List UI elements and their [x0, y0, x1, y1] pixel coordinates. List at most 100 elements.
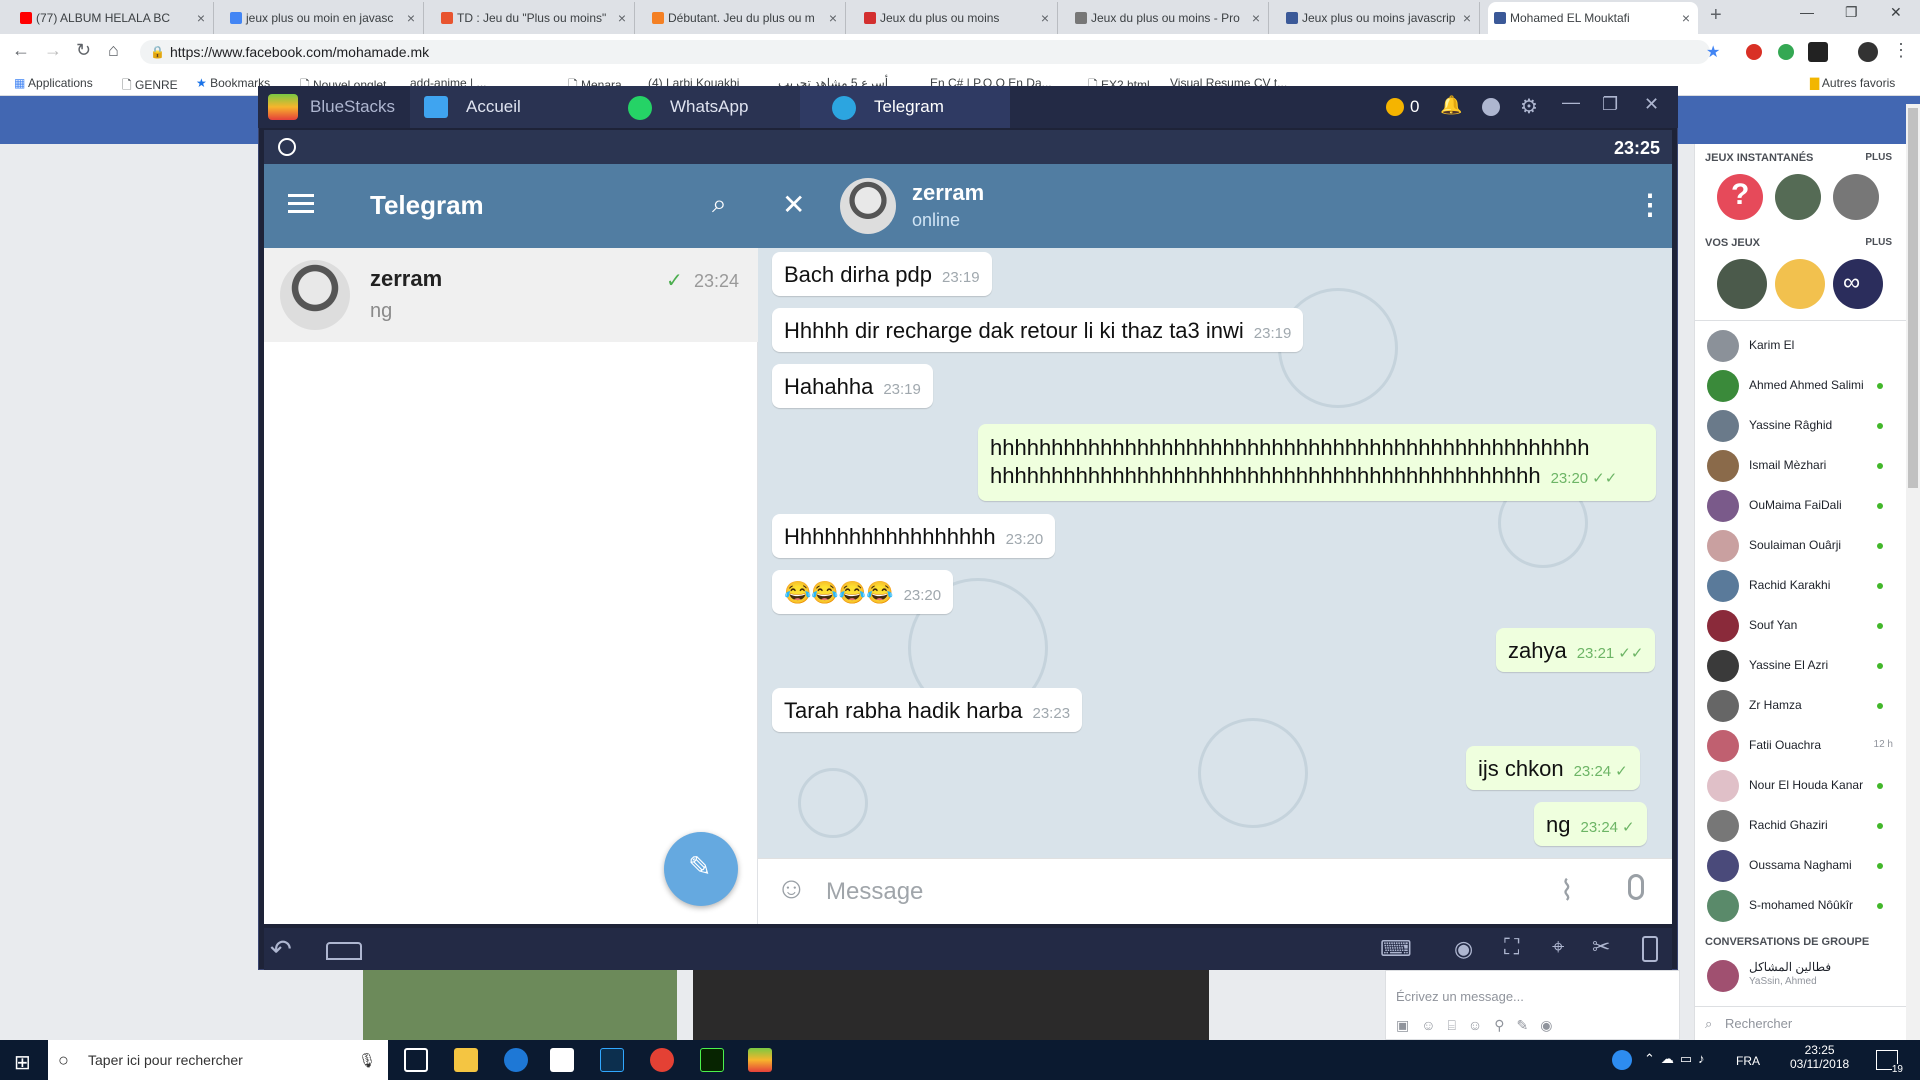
chat-list-item[interactable]: zerram ng ✓ 23:24 — [264, 248, 758, 342]
game-icon[interactable] — [1775, 174, 1821, 220]
android-home-icon[interactable] — [326, 942, 362, 960]
reload-icon[interactable]: ↻ — [76, 40, 91, 61]
video-thumbnail[interactable] — [693, 970, 1209, 1040]
chrome-icon[interactable] — [650, 1048, 674, 1072]
contact-item[interactable]: Oussama Naghami — [1695, 846, 1907, 886]
game-icon[interactable] — [1717, 259, 1767, 309]
dreamweaver-icon[interactable] — [700, 1048, 724, 1072]
game-icon[interactable] — [1833, 174, 1879, 220]
rotate-device-icon[interactable] — [1642, 936, 1658, 962]
system-tray-icons[interactable]: ⌃☁▭♪ — [1644, 1051, 1711, 1067]
browser-tab[interactable]: jeux plus ou moin en javasc × — [224, 2, 424, 34]
outgoing-message[interactable]: ijs chkon 23:24 ✓ — [1466, 746, 1640, 790]
contact-item[interactable]: Soulaiman Ouârji — [1695, 526, 1907, 566]
browser-tab[interactable]: (77) ALBUM HELALA BC × — [14, 2, 214, 34]
close-chat-icon[interactable]: ✕ — [782, 188, 805, 221]
emoji-icon[interactable]: ☺ — [776, 872, 807, 906]
bookmark-item[interactable]: 🗋 GENRE — [122, 76, 178, 97]
contact-item[interactable]: Nour El Houda Kanar — [1695, 766, 1907, 806]
maximize-icon[interactable]: ❐ — [1602, 94, 1618, 115]
contact-search-input[interactable]: ⌕ Rechercher — [1695, 1006, 1907, 1040]
close-tab-icon[interactable]: × — [1252, 2, 1260, 34]
close-tab-icon[interactable]: × — [618, 2, 626, 34]
message-input[interactable]: Message — [826, 878, 923, 906]
back-icon[interactable]: ← — [12, 40, 30, 61]
more-link[interactable]: PLUS — [1865, 237, 1892, 248]
task-view-icon[interactable] — [404, 1048, 428, 1072]
taskbar-clock[interactable]: 23:25 03/11/2018 — [1790, 1043, 1849, 1071]
browser-tab[interactable]: TD : Jeu du "Plus ou moins" × — [435, 2, 635, 34]
contact-item[interactable]: Yassine El Azri — [1695, 646, 1907, 686]
browser-tab-active[interactable]: Mohamed EL Mouktafi × — [1488, 2, 1698, 34]
notification-center-icon[interactable]: 19 — [1876, 1050, 1903, 1075]
location-icon[interactable]: ⌖ — [1552, 934, 1564, 960]
close-tab-icon[interactable]: × — [1463, 2, 1471, 34]
attach-icon[interactable]: ⌇ — [1560, 874, 1574, 907]
apps-icon[interactable]: ▦ Applications — [14, 76, 93, 90]
contact-item[interactable]: Ahmed Ahmed Salimi — [1695, 366, 1907, 406]
close-tab-icon[interactable]: × — [1041, 2, 1049, 34]
fullscreen-icon[interactable]: ⛶ — [1504, 934, 1519, 960]
close-tab-icon[interactable]: × — [829, 2, 837, 34]
incoming-message[interactable]: 😂😂😂😂 23:20 — [772, 570, 954, 614]
search-icon[interactable]: ⌕ — [712, 188, 727, 220]
outgoing-message[interactable]: hhhhhhhhhhhhhhhhhhhhhhhhhhhhhhhhhhhhhhhh… — [978, 424, 1656, 501]
photoshop-icon[interactable] — [600, 1048, 624, 1072]
profile-avatar[interactable] — [1858, 42, 1878, 62]
close-tab-icon[interactable]: × — [407, 2, 415, 34]
scissors-icon[interactable]: ✂ — [1592, 934, 1610, 960]
contact-item[interactable]: Karim El — [1695, 326, 1907, 366]
contact-item[interactable]: Zr Hamza — [1695, 686, 1907, 726]
contact-name[interactable]: zerram — [912, 180, 984, 206]
contact-item[interactable]: S-mohamed Nôûkîr — [1695, 886, 1907, 926]
game-icon[interactable]: ∞ — [1833, 259, 1883, 309]
contact-avatar[interactable] — [840, 178, 896, 234]
microphone-icon[interactable]: 🎙 — [358, 1040, 376, 1080]
more-link[interactable]: PLUS — [1865, 152, 1892, 163]
browser-tab[interactable]: Jeux plus ou moins javascrip × — [1280, 2, 1480, 34]
account-icon[interactable] — [1482, 98, 1500, 116]
close-tab-icon[interactable]: × — [1682, 2, 1690, 34]
file-explorer-icon[interactable] — [454, 1048, 478, 1072]
incoming-message[interactable]: Hhhhh dir recharge dak retour li ki thaz… — [772, 308, 1304, 352]
incoming-message[interactable]: Bach dirha pdp 23:19 — [772, 252, 992, 296]
close-window-icon[interactable]: ✕ — [1890, 4, 1902, 21]
windows-start-icon[interactable]: ⊞ — [14, 1050, 31, 1075]
photo-thumbnails[interactable] — [363, 970, 677, 1040]
group-item[interactable]: فطالين المشاكل YaSsin, Ahmed — [1695, 956, 1907, 996]
forward-icon[interactable]: → — [44, 40, 62, 61]
incoming-message[interactable]: Tarah rabha hadik harba 23:23 — [772, 688, 1083, 732]
extension-icon[interactable] — [1808, 42, 1828, 62]
hamburger-menu-icon[interactable] — [288, 194, 314, 197]
extension-icon[interactable] — [1746, 44, 1762, 60]
contact-item[interactable]: OuMaima FaiDali — [1695, 486, 1907, 526]
contact-item[interactable]: Rachid Ghaziri — [1695, 806, 1907, 846]
more-options-icon[interactable]: ⋮ — [1636, 188, 1664, 221]
home-icon[interactable]: ⌂ — [108, 40, 119, 61]
contact-item[interactable]: Ismail Mèzhari — [1695, 446, 1907, 486]
chat-toolbar-icons[interactable]: ▣☺⌸☺⚲✎◉ — [1396, 1017, 1564, 1034]
extension-icon[interactable] — [1778, 44, 1794, 60]
bookmark-star-icon[interactable]: ★ — [1706, 42, 1720, 62]
edge-icon[interactable] — [504, 1048, 528, 1072]
chat-message-input[interactable]: Écrivez un message... — [1396, 989, 1524, 1004]
microphone-icon[interactable] — [1628, 874, 1644, 900]
restore-icon[interactable]: ❐ — [1845, 4, 1858, 21]
menu-icon[interactable]: ⋮ — [1892, 40, 1910, 61]
settings-gear-icon[interactable]: ⚙ — [1520, 94, 1538, 119]
game-icon[interactable]: ? — [1717, 174, 1763, 220]
browser-tab[interactable]: Jeux du plus ou moins - Pro × — [1069, 2, 1269, 34]
browser-tab[interactable]: Débutant. Jeu du plus ou m × — [646, 2, 846, 34]
url-input[interactable]: 🔒 https://www.facebook.com/mohamade.mk — [140, 40, 1710, 64]
incoming-message[interactable]: Hhhhhhhhhhhhhhhhh 23:20 — [772, 514, 1056, 558]
new-tab-button[interactable]: + — [1710, 4, 1722, 27]
close-tab-icon[interactable]: × — [197, 2, 205, 34]
contact-item[interactable]: Yassine Râghid — [1695, 406, 1907, 446]
outgoing-message[interactable]: ng 23:24 ✓ — [1534, 802, 1647, 846]
incoming-message[interactable]: Hahahha 23:19 — [772, 364, 933, 408]
help-icon[interactable] — [1612, 1050, 1632, 1070]
browser-tab[interactable]: Jeux du plus ou moins × — [858, 2, 1058, 34]
game-icon[interactable] — [1775, 259, 1825, 309]
android-back-icon[interactable]: ↶ — [270, 934, 292, 965]
close-icon[interactable]: ✕ — [1644, 94, 1659, 115]
